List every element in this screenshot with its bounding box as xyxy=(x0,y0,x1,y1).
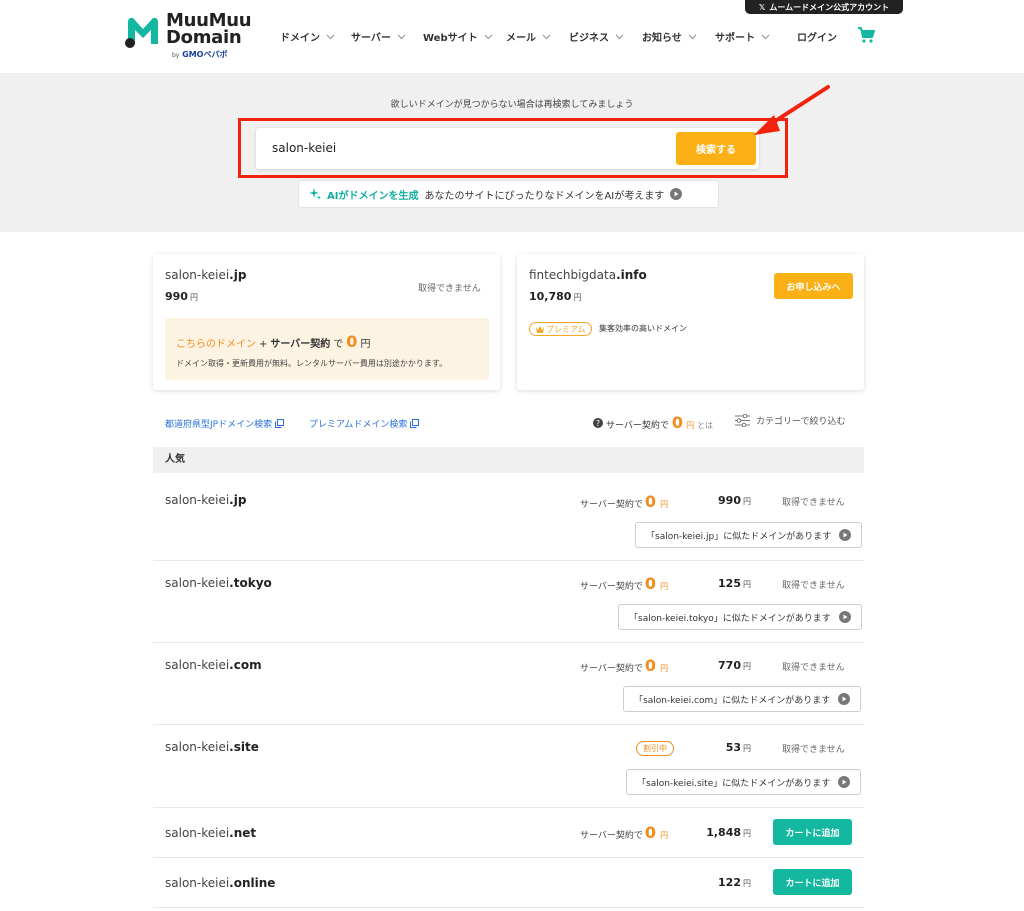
category-header-popular: 人気 xyxy=(153,447,864,473)
domain-price: 53 円 xyxy=(725,741,751,754)
domain-name: salon-keiei.net xyxy=(165,826,257,840)
server-zero-label: サーバー契約で 0 円 xyxy=(580,492,669,511)
domain-name: fintechbigdata.info xyxy=(529,268,647,282)
promo-box: こちらのドメイン + サーバー契約 で 0 円 ドメイン取得・更新費用が無料。レ… xyxy=(165,318,489,380)
table-row: salon-keiei.online 122 円 カートに追加 xyxy=(153,858,864,908)
server-zero-label: サーバー契約で 0 円 xyxy=(580,574,669,593)
play-circle-icon xyxy=(670,188,683,200)
play-circle-icon xyxy=(838,611,851,623)
site-header: MuuMuu Domain by GMOペパボ 𝕏 ムームードメイン公式アカウン… xyxy=(0,0,1024,73)
similar-domains-link[interactable]: 「salon-keiei.com」に似たドメインがあります xyxy=(623,686,862,712)
domain-price: 990 円 xyxy=(165,290,198,303)
search-box: salon-keiei 検索する xyxy=(256,128,759,169)
external-link-icon xyxy=(275,419,285,428)
play-circle-icon xyxy=(838,693,851,705)
nav-website[interactable]: Webサイト xyxy=(423,29,493,44)
domain-price: 1,848 円 xyxy=(706,826,751,839)
play-circle-icon xyxy=(838,776,851,788)
domain-price: 770 円 xyxy=(718,659,751,672)
premium-domain-search-link[interactable]: プレミアムドメイン検索 xyxy=(309,417,420,430)
ai-generate-link[interactable]: AIがドメインを生成 あなたのサイトにぴったりなドメインをAIが考えます xyxy=(298,180,719,208)
add-to-cart-button[interactable]: カートに追加 xyxy=(773,819,852,845)
nav-server[interactable]: サーバー xyxy=(351,29,406,44)
table-row: salon-keiei.net サーバー契約で 0 円 1,848 円 カートに追加 xyxy=(153,808,864,858)
nav-news[interactable]: お知らせ xyxy=(642,29,697,44)
domain-price: 10,780 円 xyxy=(529,290,582,303)
search-section: 欲しいドメインが見つからない場合は再検索してみましょう salon-keiei … xyxy=(0,73,1024,232)
chevron-down-icon xyxy=(397,34,406,39)
nav-domain[interactable]: ドメイン xyxy=(280,29,335,44)
jp-domain-search-link[interactable]: 都道府県型JPドメイン検索 xyxy=(165,417,285,430)
table-row: salon-keiei.site 割引中 53 円 取得できません 「salon-… xyxy=(153,725,864,808)
premium-desc: 集客効率の高いドメイン xyxy=(599,324,687,333)
domain-name: salon-keiei.jp xyxy=(165,493,247,507)
category-filter-button[interactable]: カテゴリーで絞り込む xyxy=(735,414,845,427)
domain-price: 125 円 xyxy=(718,577,751,590)
play-circle-icon xyxy=(839,529,852,541)
muumuu-logo-icon[interactable] xyxy=(124,14,162,48)
similar-domains-link[interactable]: 「salon-keiei.tokyo」に似たドメインがあります xyxy=(618,604,862,630)
server-zero-label: サーバー契約で 0 円 xyxy=(580,656,669,675)
filter-sliders-icon xyxy=(735,414,750,427)
ai-desc: あなたのサイトにぴったりなドメインをAIが考えます xyxy=(424,190,665,202)
domain-name: salon-keiei.site xyxy=(165,740,259,754)
similar-domains-link[interactable]: 「salon-keiei.site」に似たドメインがあります xyxy=(626,769,862,795)
premium-badge: プレミアム xyxy=(529,322,593,336)
nav-business[interactable]: ビジネス xyxy=(569,29,624,44)
featured-card-right: fintechbigdata.info 10,780 円 お申し込みへ プレミアム… xyxy=(517,254,864,390)
chevron-down-icon xyxy=(688,34,697,39)
logo-sub: by GMOペパボ xyxy=(172,50,228,59)
search-hint: 欲しいドメインが見つからない場合は再検索してみましょう xyxy=(390,100,634,110)
domain-name: salon-keiei.com xyxy=(165,658,262,672)
promo-note: ドメイン取得・更新費用が無料。レンタルサーバー費用は別途かかります。 xyxy=(176,359,448,368)
table-row: salon-keiei.com サーバー契約で 0 円 770 円 取得できません 「… xyxy=(153,643,864,725)
similar-domains-link[interactable]: 「salon-keiei.jp」に似たドメインがあります xyxy=(635,522,863,548)
question-icon: ? xyxy=(593,418,603,428)
x-icon: 𝕏 xyxy=(758,2,766,12)
svg-text:?: ? xyxy=(596,419,600,428)
search-input[interactable]: salon-keiei xyxy=(272,141,336,155)
sparkle-icon xyxy=(309,188,321,200)
chevron-down-icon xyxy=(484,34,493,39)
status-unavailable: 取得できません xyxy=(782,663,845,673)
chevron-down-icon xyxy=(761,34,770,39)
status-unavailable: 取得できません xyxy=(418,284,481,294)
table-row: salon-keiei.tokyo サーバー契約で 0 円 125 円 取得できません… xyxy=(153,561,864,643)
domain-name: salon-keiei.tokyo xyxy=(165,576,272,590)
promo-line: こちらのドメイン + サーバー契約 で 0 円 xyxy=(176,332,371,351)
crown-icon xyxy=(536,325,544,333)
external-link-icon xyxy=(410,419,420,428)
x-account-link[interactable]: 𝕏 ムームードメイン公式アカウント xyxy=(745,0,903,14)
logo-text[interactable]: MuuMuu Domain xyxy=(166,12,252,47)
nav-support[interactable]: サポート xyxy=(715,29,770,44)
status-unavailable: 取得できません xyxy=(782,498,845,508)
apply-button[interactable]: お申し込みへ xyxy=(774,273,853,299)
chevron-down-icon xyxy=(615,34,624,39)
domain-name: salon-keiei.jp xyxy=(165,268,247,282)
server-zero-info-link[interactable]: ? サーバー契約で 0 円 とは xyxy=(593,413,713,432)
server-zero-label: サーバー契約で 0 円 xyxy=(580,823,669,842)
domain-price: 122 円 xyxy=(718,876,751,889)
domain-name: salon-keiei.online xyxy=(165,876,276,890)
status-unavailable: 取得できません xyxy=(782,745,845,755)
ai-label: AIがドメインを生成 xyxy=(327,190,419,202)
table-row: salon-keiei.jp サーバー契約で 0 円 990 円 取得できません 「s… xyxy=(153,473,864,561)
login-link[interactable]: ログイン xyxy=(797,29,837,44)
chevron-down-icon xyxy=(542,34,551,39)
nav-mail[interactable]: メール xyxy=(506,29,551,44)
discount-badge: 割引中 xyxy=(636,741,674,756)
add-to-cart-button[interactable]: カートに追加 xyxy=(773,869,852,895)
featured-card-left: salon-keiei.jp 990 円 取得できません こちらのドメイン + サ… xyxy=(153,254,500,390)
chevron-down-icon xyxy=(326,34,335,39)
status-unavailable: 取得できません xyxy=(782,581,845,591)
cart-icon[interactable] xyxy=(857,26,875,44)
red-arrow-icon xyxy=(754,85,830,135)
domain-price: 990 円 xyxy=(718,494,751,507)
